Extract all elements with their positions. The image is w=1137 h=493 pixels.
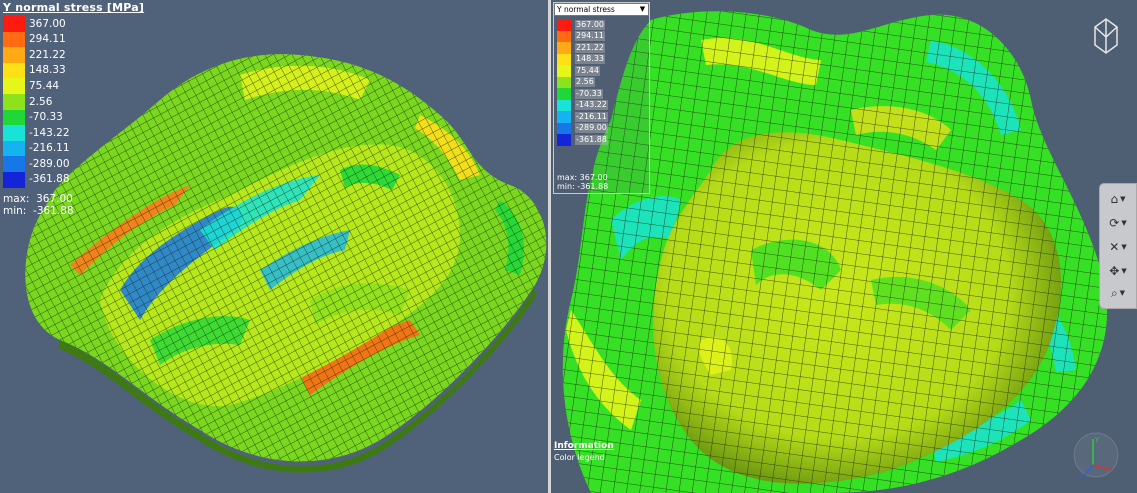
legend-row: -143.22 xyxy=(3,125,144,141)
legend-row: 367.00 xyxy=(557,19,608,31)
stress-legend-panel: Y normal stress ▼ 367.00 294.11 221.22 148.… xyxy=(553,2,650,194)
legend-value: 367.00 xyxy=(575,19,605,30)
legend-swatch xyxy=(3,171,25,188)
legend-value: -143.22 xyxy=(575,100,608,111)
legend-value: -361.88 xyxy=(29,173,70,186)
legend-row: 294.11 xyxy=(557,30,608,42)
legend-row: 221.22 xyxy=(3,47,144,63)
axis-x-label: x xyxy=(1109,465,1113,473)
legend-swatch xyxy=(557,99,571,111)
legend-value: 2.56 xyxy=(29,95,53,108)
legend-swatch xyxy=(3,140,25,157)
legend-row: 2.56 xyxy=(557,76,608,88)
legend-swatch xyxy=(557,30,571,42)
legend-row: -289.00 xyxy=(557,122,608,134)
right-viewport[interactable]: Y normal stress ▼ 367.00 294.11 221.22 148.… xyxy=(551,0,1137,493)
legend-swatch xyxy=(557,76,571,88)
legend-row: 148.33 xyxy=(557,53,608,65)
rotate-view-icon[interactable]: ⟳ ▼ xyxy=(1105,214,1131,232)
min-value: -361.88 xyxy=(33,204,74,217)
max-label: max: xyxy=(3,192,30,205)
legend-value: -143.22 xyxy=(29,126,70,139)
legend-row: -143.22 xyxy=(557,99,608,111)
legend-row: 75.44 xyxy=(3,78,144,94)
axis-y-label: y xyxy=(1095,435,1099,443)
legend-value: -289.00 xyxy=(575,123,608,134)
fit-view-icon[interactable]: ✕ ▼ xyxy=(1105,238,1131,256)
legend-swatch xyxy=(557,134,571,146)
home-view-icon[interactable]: ⌂ ▼ xyxy=(1105,190,1131,208)
left-viewport[interactable]: Y normal stress [MPa] 367.00 294.11 221.22… xyxy=(0,0,548,493)
legend-swatch xyxy=(557,42,571,54)
legend-row: 148.33 xyxy=(3,62,144,79)
legend-value: 221.22 xyxy=(29,48,66,61)
legend-swatch xyxy=(557,65,571,77)
legend-value: 221.22 xyxy=(575,42,605,53)
stress-legend: Y normal stress [MPa] 367.00 294.11 221.22… xyxy=(3,2,144,217)
legend-value: 294.11 xyxy=(29,33,66,46)
zoom-view-icon[interactable]: ⌕ ▼ xyxy=(1105,284,1131,302)
legend-title: Y normal stress [MPa] xyxy=(3,1,145,14)
legend-rows: 367.00 294.11 221.22 148.33 75.44 2.56 -70.33-… xyxy=(557,19,608,146)
view-toolbar: ⌂ ▼ ⟳ ▼ ✕ ▼ ✥ ▼ ⌕ ▼ xyxy=(1099,183,1137,309)
legend-swatch xyxy=(3,78,25,94)
max-value: 367.00 xyxy=(36,192,73,205)
legend-value: -70.33 xyxy=(29,111,63,124)
legend-swatch xyxy=(3,93,25,110)
legend-row: 294.11 xyxy=(3,31,144,48)
legend-swatch xyxy=(3,62,25,79)
legend-value: 148.33 xyxy=(575,54,605,65)
legend-swatch xyxy=(3,109,25,126)
info-heading[interactable]: Information xyxy=(554,441,614,451)
view-cube-icon[interactable] xyxy=(1091,15,1121,55)
result-type-dropdown[interactable]: Y normal stress ▼ xyxy=(554,3,649,16)
legend-row: -361.88 xyxy=(3,171,144,188)
legend-rows: 367.00 294.11 221.22 148.33 75.44 2.56 -70.33 -… xyxy=(3,16,144,188)
legend-value: 2.56 xyxy=(575,77,595,88)
legend-row: -216.11 xyxy=(3,140,144,157)
info-subtext: Color legend xyxy=(554,453,605,462)
legend-maxmin: max: 367.00 min: -361.88 xyxy=(3,193,144,217)
information-panel: Information Color legend xyxy=(554,441,614,462)
legend-row: 221.22 xyxy=(557,42,608,54)
legend-swatch xyxy=(3,47,25,63)
legend-value: 75.44 xyxy=(29,79,60,92)
legend-row: -70.33 xyxy=(557,88,608,100)
legend-row: 75.44 xyxy=(557,65,608,77)
legend-value: -216.11 xyxy=(29,142,70,155)
legend-swatch xyxy=(557,19,571,31)
dropdown-value: Y normal stress xyxy=(557,5,615,14)
legend-row: -289.00 xyxy=(3,156,144,172)
max-text: max: 367.00 xyxy=(557,173,608,182)
legend-row: 367.00 xyxy=(3,16,144,32)
legend-swatch xyxy=(3,125,25,141)
legend-value: 148.33 xyxy=(29,64,66,77)
min-text: min: -361.88 xyxy=(557,182,609,191)
legend-value: 367.00 xyxy=(29,17,66,30)
min-label: min: xyxy=(3,204,27,217)
legend-value: -70.33 xyxy=(575,88,603,99)
axis-triad-icon: y x z xyxy=(1073,432,1119,479)
pan-view-icon[interactable]: ✥ ▼ xyxy=(1105,262,1131,280)
legend-swatch xyxy=(3,31,25,48)
legend-swatch xyxy=(557,122,571,134)
legend-row: -361.88 xyxy=(557,134,608,146)
legend-row: -216.11 xyxy=(557,111,608,123)
legend-row: -70.33 xyxy=(3,109,144,126)
legend-value: -216.11 xyxy=(575,111,608,122)
legend-value: 294.11 xyxy=(575,31,605,42)
legend-swatch xyxy=(557,53,571,65)
legend-value: 75.44 xyxy=(575,65,600,76)
legend-swatch xyxy=(557,111,571,123)
legend-swatch xyxy=(3,16,25,32)
legend-value: -361.88 xyxy=(575,134,608,145)
legend-row: 2.56 xyxy=(3,93,144,110)
legend-swatch xyxy=(557,88,571,100)
chevron-down-icon[interactable]: ▼ xyxy=(638,4,647,15)
legend-value: -289.00 xyxy=(29,157,70,170)
axis-z-label: z xyxy=(1079,471,1083,479)
legend-swatch xyxy=(3,156,25,172)
legend-maxmin: max: 367.00 min: -361.88 xyxy=(557,173,608,191)
